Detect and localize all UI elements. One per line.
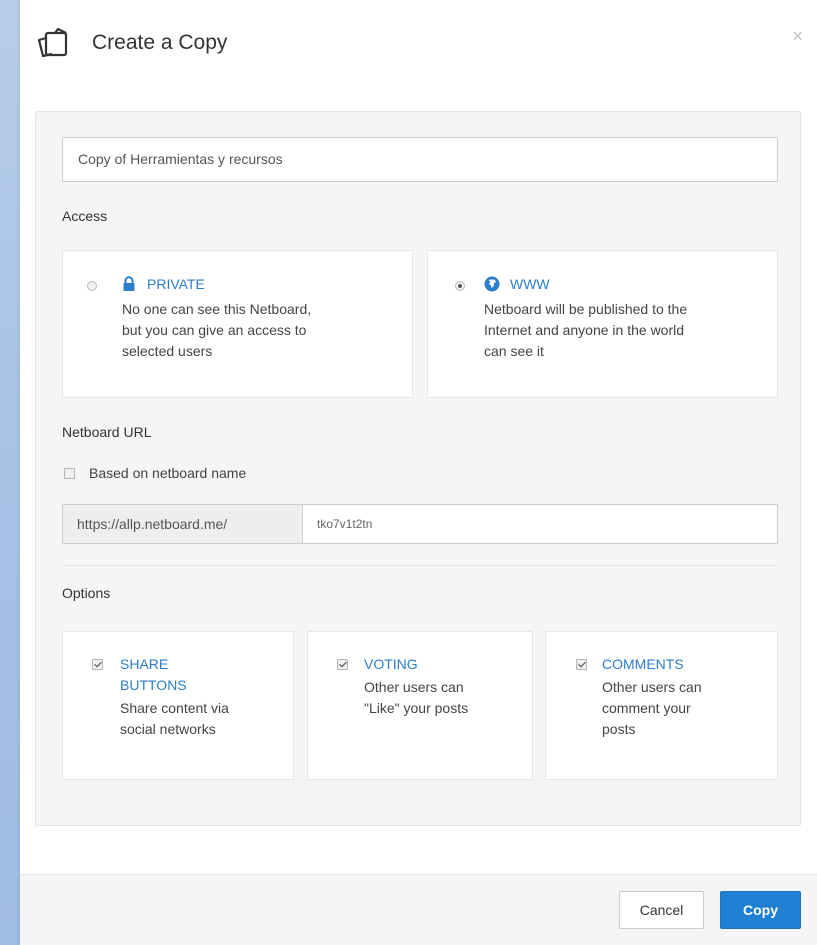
access-www-card[interactable]: WWW Netboard will be published to the In… bbox=[427, 250, 778, 398]
dialog-footer: Cancel Copy bbox=[20, 874, 817, 945]
private-description: No one can see this Netboard, but you ca… bbox=[122, 301, 312, 359]
option-comments-card[interactable]: COMMENTS Other users can comment your po… bbox=[545, 631, 778, 780]
www-title: WWW bbox=[510, 276, 550, 292]
dialog-header: Create a Copy × bbox=[20, 0, 817, 88]
netboard-url-label: Netboard URL bbox=[62, 424, 152, 440]
close-icon[interactable]: × bbox=[792, 27, 803, 45]
share-buttons-title: SHARE BUTTONS bbox=[120, 656, 187, 693]
based-on-name-label: Based on netboard name bbox=[89, 465, 247, 481]
url-slug-input[interactable]: tko7v1t2tn bbox=[302, 504, 778, 544]
url-prefix: https://allp.netboard.me/ bbox=[62, 504, 303, 544]
comments-description: Other users can comment your posts bbox=[602, 679, 702, 737]
share-buttons-description: Share content via social networks bbox=[120, 700, 229, 737]
netboard-name-input[interactable]: Copy of Herramientas y recursos bbox=[62, 137, 778, 182]
dialog-body: Copy of Herramientas y recursos Access P… bbox=[35, 111, 801, 826]
cancel-button[interactable]: Cancel bbox=[619, 891, 704, 929]
access-label: Access bbox=[62, 208, 108, 224]
share-buttons-checkbox[interactable] bbox=[92, 659, 103, 670]
comments-title: COMMENTS bbox=[602, 656, 684, 672]
option-share-buttons-card[interactable]: SHARE BUTTONS Share content via social n… bbox=[62, 631, 294, 780]
voting-description: Other users can "Like" your posts bbox=[364, 679, 469, 716]
private-title: PRIVATE bbox=[147, 276, 205, 292]
dialog-title: Create a Copy bbox=[92, 31, 228, 54]
voting-title: VOTING bbox=[364, 656, 418, 672]
access-private-card[interactable]: PRIVATE No one can see this Netboard, bu… bbox=[62, 250, 413, 398]
url-input-group: https://allp.netboard.me/ tko7v1t2tn bbox=[62, 504, 778, 544]
copy-button[interactable]: Copy bbox=[720, 891, 801, 929]
lock-icon bbox=[122, 276, 136, 292]
copy-icon bbox=[34, 26, 74, 62]
create-copy-dialog: Create a Copy × Copy of Herramientas y r… bbox=[20, 0, 817, 945]
www-radio[interactable] bbox=[455, 281, 465, 291]
options-label: Options bbox=[62, 585, 111, 601]
based-on-name-checkbox[interactable] bbox=[64, 468, 75, 479]
globe-icon bbox=[484, 276, 500, 292]
option-voting-card[interactable]: VOTING Other users can "Like" your posts bbox=[307, 631, 533, 780]
www-description: Netboard will be published to the Intern… bbox=[484, 301, 688, 359]
comments-checkbox[interactable] bbox=[576, 659, 587, 670]
divider bbox=[62, 565, 778, 566]
private-radio[interactable] bbox=[87, 281, 97, 291]
voting-checkbox[interactable] bbox=[337, 659, 348, 670]
